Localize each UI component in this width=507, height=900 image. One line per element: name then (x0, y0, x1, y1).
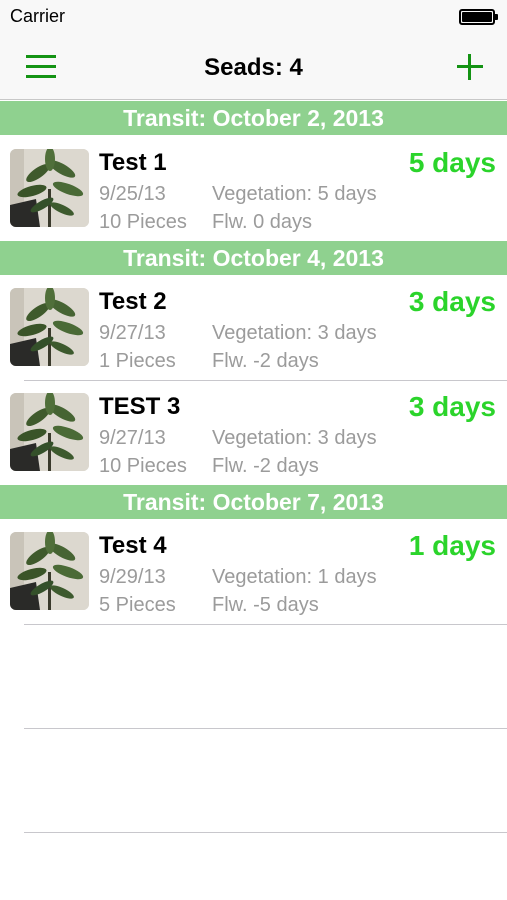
navigation-bar: Seads: 4 (0, 34, 507, 100)
pieces-count: 10 Pieces (99, 211, 187, 233)
table-row[interactable]: Test 1 5 days 9/25/13 Vegetation: 5 days… (0, 137, 507, 241)
carrier-label: Carrier (10, 6, 66, 26)
plant-thumbnail (10, 393, 89, 471)
flowering-days: Flw. 0 days (212, 211, 313, 233)
pieces-count: 10 Pieces (99, 455, 187, 477)
pieces-count: 1 Pieces (99, 350, 176, 372)
row-separator (24, 832, 507, 833)
vegetation-days: Vegetation: 3 days (212, 322, 377, 344)
days-count: 5 days (408, 147, 496, 178)
seed-name: Test 2 (99, 288, 167, 315)
table-row[interactable]: TEST 3 3 days 9/27/13 Vegetation: 3 days… (0, 381, 507, 485)
seed-date: 9/25/13 (99, 183, 166, 205)
section-header: Transit: October 2, 2013 (0, 101, 507, 135)
seed-name: Test 1 (99, 149, 167, 176)
battery-icon (459, 9, 498, 25)
section-header: Transit: October 7, 2013 (0, 485, 507, 519)
seed-date: 9/27/13 (99, 427, 166, 449)
status-bar: Carrier (0, 0, 507, 34)
days-count: 1 days (408, 530, 496, 561)
seed-name: Test 4 (99, 532, 167, 559)
table-row[interactable]: Test 2 3 days 9/27/13 Vegetation: 3 days… (0, 276, 507, 380)
flowering-days: Flw. -2 days (212, 455, 319, 477)
add-seed-button[interactable] (453, 50, 487, 84)
vegetation-days: Vegetation: 5 days (212, 183, 377, 205)
flowering-days: Flw. -5 days (212, 594, 319, 616)
seed-name: TEST 3 (99, 393, 181, 420)
vegetation-days: Vegetation: 1 days (212, 566, 377, 588)
section-header: Transit: October 4, 2013 (0, 241, 507, 275)
flowering-days: Flw. -2 days (212, 350, 319, 372)
plant-thumbnail (10, 532, 89, 610)
table-row[interactable]: Test 4 1 days 9/29/13 Vegetation: 1 days… (0, 520, 507, 624)
row-separator (24, 728, 507, 729)
days-count: 3 days (408, 391, 496, 422)
pieces-count: 5 Pieces (99, 594, 176, 616)
page-title: Seads: 4 (204, 54, 303, 81)
plant-thumbnail (10, 149, 89, 227)
vegetation-days: Vegetation: 3 days (212, 427, 377, 449)
seed-date: 9/27/13 (99, 322, 166, 344)
row-separator (24, 624, 507, 625)
seed-date: 9/29/13 (99, 566, 166, 588)
days-count: 3 days (408, 286, 496, 317)
plant-thumbnail (10, 288, 89, 366)
